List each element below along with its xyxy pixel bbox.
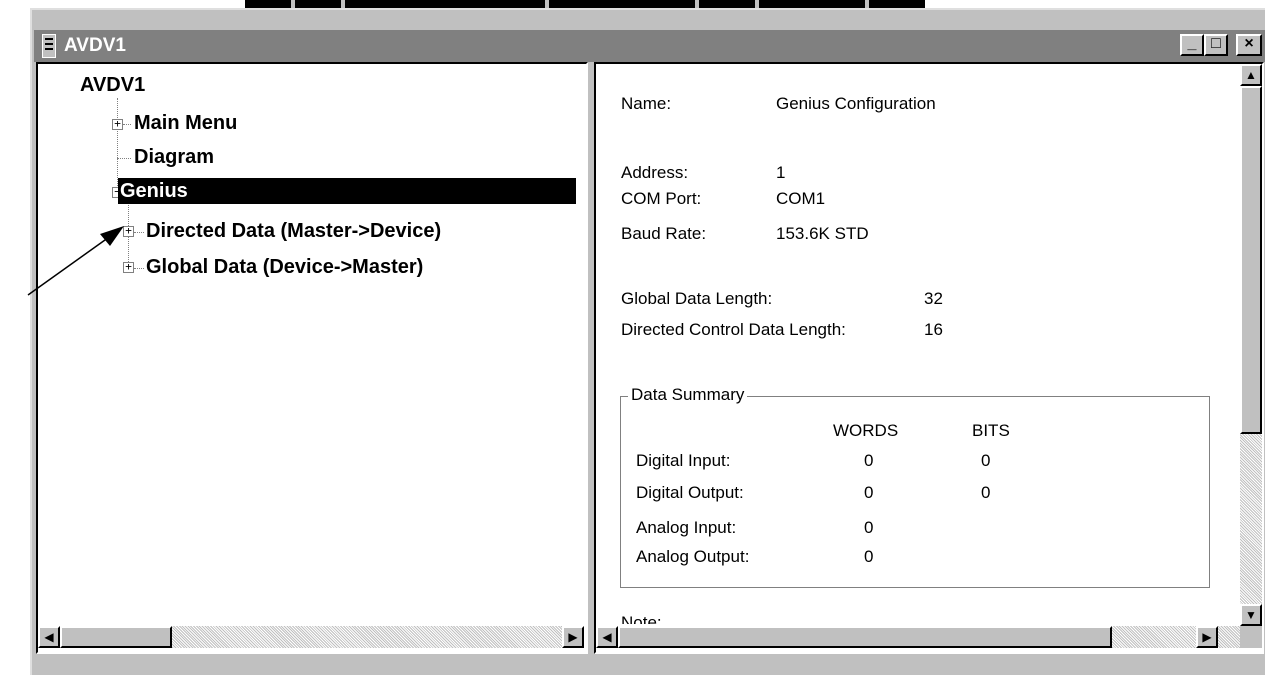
data-summary-title: Data Summary bbox=[628, 384, 748, 406]
digital-output-words: 0 bbox=[864, 483, 874, 502]
analog-input-label: Analog Input: bbox=[636, 518, 737, 537]
global-data-length-value: 32 bbox=[924, 289, 943, 308]
expand-icon[interactable]: + bbox=[112, 118, 123, 130]
directed-data-length-value: 16 bbox=[924, 320, 943, 339]
tree-connector bbox=[117, 158, 131, 159]
name-value: Genius Configuration bbox=[776, 94, 936, 113]
vertical-scroll-thumb[interactable] bbox=[1240, 86, 1262, 434]
scroll-left-button[interactable]: ◀ bbox=[38, 626, 60, 648]
scroll-right-button[interactable]: ▶ bbox=[1196, 626, 1218, 648]
close-button[interactable]: × bbox=[1236, 34, 1262, 56]
tree-item-global-data[interactable]: Global Data (Device->Master) bbox=[146, 254, 423, 280]
com-port-value: COM1 bbox=[776, 189, 826, 208]
note-label: Note: bbox=[621, 613, 662, 624]
tree-item-directed-data[interactable]: Directed Data (Master->Device) bbox=[146, 218, 441, 244]
analog-output-words: 0 bbox=[864, 547, 874, 566]
digital-input-bits: 0 bbox=[981, 451, 991, 470]
window-title: AVDV1 bbox=[64, 35, 126, 56]
com-port-label: COM Port: bbox=[621, 189, 702, 208]
digital-output-bits: 0 bbox=[981, 483, 991, 502]
scroll-up-button[interactable]: ▲ bbox=[1240, 64, 1262, 86]
tree-root-label[interactable]: AVDV1 bbox=[80, 72, 145, 98]
scroll-down-button[interactable]: ▼ bbox=[1240, 604, 1262, 626]
background-taskbar-strip bbox=[245, 0, 925, 8]
baud-rate-label: Baud Rate: bbox=[621, 224, 707, 243]
horizontal-scroll-thumb[interactable] bbox=[618, 626, 1112, 648]
digital-output-label: Digital Output: bbox=[636, 483, 744, 502]
name-label: Name: bbox=[621, 94, 672, 113]
scroll-thumb[interactable] bbox=[60, 626, 172, 648]
bits-column-header: BITS bbox=[972, 421, 1010, 440]
tree-item-genius[interactable]: Genius bbox=[118, 178, 576, 204]
tree-item-main-menu[interactable]: Main Menu bbox=[134, 110, 237, 136]
directed-data-length-label: Directed Control Data Length: bbox=[621, 320, 846, 339]
title-bar[interactable] bbox=[34, 30, 1265, 62]
global-data-length-label: Global Data Length: bbox=[621, 289, 773, 308]
tree-pane[interactable] bbox=[36, 62, 588, 654]
digital-input-label: Digital Input: bbox=[636, 451, 731, 470]
tree-connector bbox=[123, 124, 131, 125]
analog-output-label: Analog Output: bbox=[636, 547, 750, 566]
scroll-left-button[interactable]: ◀ bbox=[596, 626, 618, 648]
baud-rate-value: 153.6K STD bbox=[776, 224, 869, 243]
annotation-arrow bbox=[27, 226, 124, 296]
words-column-header: WORDS bbox=[833, 421, 899, 440]
digital-input-words: 0 bbox=[864, 451, 874, 470]
maximize-button[interactable]: □ bbox=[1204, 34, 1228, 56]
address-value: 1 bbox=[776, 163, 786, 182]
scrollbar-corner bbox=[1240, 626, 1262, 648]
analog-input-words: 0 bbox=[864, 518, 874, 537]
minimize-button[interactable]: _ bbox=[1180, 34, 1204, 56]
tree-item-diagram[interactable]: Diagram bbox=[134, 144, 214, 170]
note-clip: Note: bbox=[620, 604, 1200, 624]
app-icon[interactable] bbox=[42, 34, 56, 58]
scroll-right-button[interactable]: ▶ bbox=[562, 626, 584, 648]
address-label: Address: bbox=[621, 163, 689, 182]
